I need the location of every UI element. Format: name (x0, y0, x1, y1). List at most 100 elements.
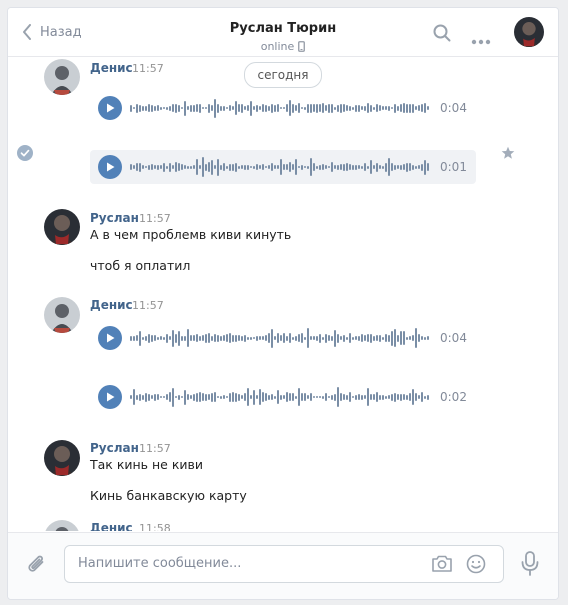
waveform-bar (385, 395, 387, 399)
waveform-bar (259, 165, 261, 169)
waveform-bar (319, 104, 321, 112)
voice-message[interactable]: 0:02 (98, 382, 467, 412)
avatar[interactable] (44, 209, 80, 245)
more-dots-icon (471, 39, 491, 45)
waveform-bar (286, 164, 288, 170)
attach-button[interactable] (26, 553, 48, 581)
waveform-bar (382, 394, 384, 400)
waveform-bar (181, 396, 183, 398)
waveform-bar (193, 165, 195, 169)
waveform-bar (175, 162, 177, 172)
waveform-bar (355, 394, 357, 400)
waveform-bar (199, 392, 201, 402)
header-avatar[interactable] (514, 17, 544, 47)
waveform-bar (214, 98, 216, 118)
waveform-bar (211, 105, 213, 111)
waveform-bar (328, 166, 330, 168)
waveform-bar (265, 393, 267, 401)
play-button[interactable] (98, 155, 122, 179)
waveform-bar (247, 336, 249, 340)
author-name[interactable]: Денис (90, 298, 133, 312)
waveform-bar (166, 165, 168, 169)
voice-message[interactable]: 0:04 (98, 323, 467, 353)
author-name[interactable]: Денис (90, 61, 133, 75)
waveform[interactable] (130, 155, 430, 179)
avatar[interactable] (44, 59, 80, 95)
waveform-bar (361, 106, 363, 110)
message-history[interactable]: сегодня Денис 11:57 0:04 0:01 Руслан 11:… (8, 57, 558, 531)
waveform-bar (247, 105, 249, 111)
play-button[interactable] (98, 385, 122, 409)
waveform-bar (190, 395, 192, 399)
waveform-bar (277, 165, 279, 169)
waveform-bar (154, 335, 156, 341)
waveform-bar (160, 106, 162, 110)
voice-message[interactable]: 0:04 (98, 93, 467, 123)
message-input[interactable]: Напишите сообщение... (64, 545, 504, 583)
waveform-bar (265, 335, 267, 341)
message-time[interactable]: 11:57 (139, 212, 171, 225)
waveform-bar (133, 335, 135, 341)
waveform-bar (154, 165, 156, 169)
author-name[interactable]: Денис (90, 521, 133, 531)
waveform-bar (157, 336, 159, 340)
waveform[interactable] (130, 385, 430, 409)
waveform-bar (346, 336, 348, 340)
waveform-bar (418, 395, 420, 399)
waveform-bar (235, 162, 237, 172)
play-button[interactable] (98, 326, 122, 350)
message-time[interactable]: 11:58 (139, 522, 171, 531)
avatar[interactable] (44, 520, 80, 531)
message-composer: Напишите сообщение... (8, 532, 558, 599)
waveform-bar (298, 103, 300, 113)
more-button[interactable] (471, 30, 491, 49)
waveform-bar (394, 103, 396, 113)
waveform[interactable] (130, 96, 430, 120)
voice-record-button[interactable] (521, 551, 539, 581)
mobile-phone-icon (298, 41, 306, 52)
favorite-button[interactable] (501, 145, 515, 164)
waveform-bar (295, 335, 297, 341)
waveform-bar (319, 333, 321, 343)
waveform-bar (238, 165, 240, 169)
waveform-bar (415, 165, 417, 169)
selected-checkbox[interactable] (17, 145, 33, 165)
avatar[interactable] (44, 297, 80, 333)
search-button[interactable] (433, 24, 451, 46)
camera-button[interactable] (431, 554, 453, 577)
waveform-bar (217, 103, 219, 113)
waveform-bar (343, 163, 345, 171)
waveform-bar (364, 105, 366, 111)
waveform-bar (190, 104, 192, 112)
author-name[interactable]: Руслан (90, 441, 139, 455)
waveform-bar (412, 335, 414, 341)
waveform-bar (172, 165, 174, 169)
waveform-bar (421, 104, 423, 112)
author-name[interactable]: Руслан (90, 211, 139, 225)
waveform-bar (391, 163, 393, 171)
waveform-bar (328, 335, 330, 341)
waveform-bar (313, 104, 315, 112)
message-time[interactable]: 11:57 (132, 299, 164, 312)
emoji-button[interactable] (466, 554, 486, 578)
waveform-bar (172, 387, 174, 407)
waveform-bar (331, 335, 333, 341)
waveform-bar (139, 330, 141, 346)
message-time[interactable]: 11:57 (139, 442, 171, 455)
message-text: А в чем проблемв киви кинуть (90, 227, 292, 242)
waveform-bar (376, 335, 378, 341)
chat-title[interactable]: Руслан Тюрин (230, 21, 336, 36)
waveform-bar (148, 393, 150, 401)
waveform[interactable] (130, 326, 430, 350)
waveform-bar (277, 333, 279, 343)
waveform-bar (145, 392, 147, 402)
avatar[interactable] (44, 440, 80, 476)
waveform-bar (364, 395, 366, 399)
waveform-bar (400, 393, 402, 401)
voice-message[interactable]: 0:01 (90, 150, 476, 184)
waveform-bar (136, 103, 138, 113)
message-time[interactable]: 11:57 (132, 62, 164, 75)
play-button[interactable] (98, 96, 122, 120)
waveform-bar (199, 165, 201, 169)
waveform-bar (358, 104, 360, 112)
